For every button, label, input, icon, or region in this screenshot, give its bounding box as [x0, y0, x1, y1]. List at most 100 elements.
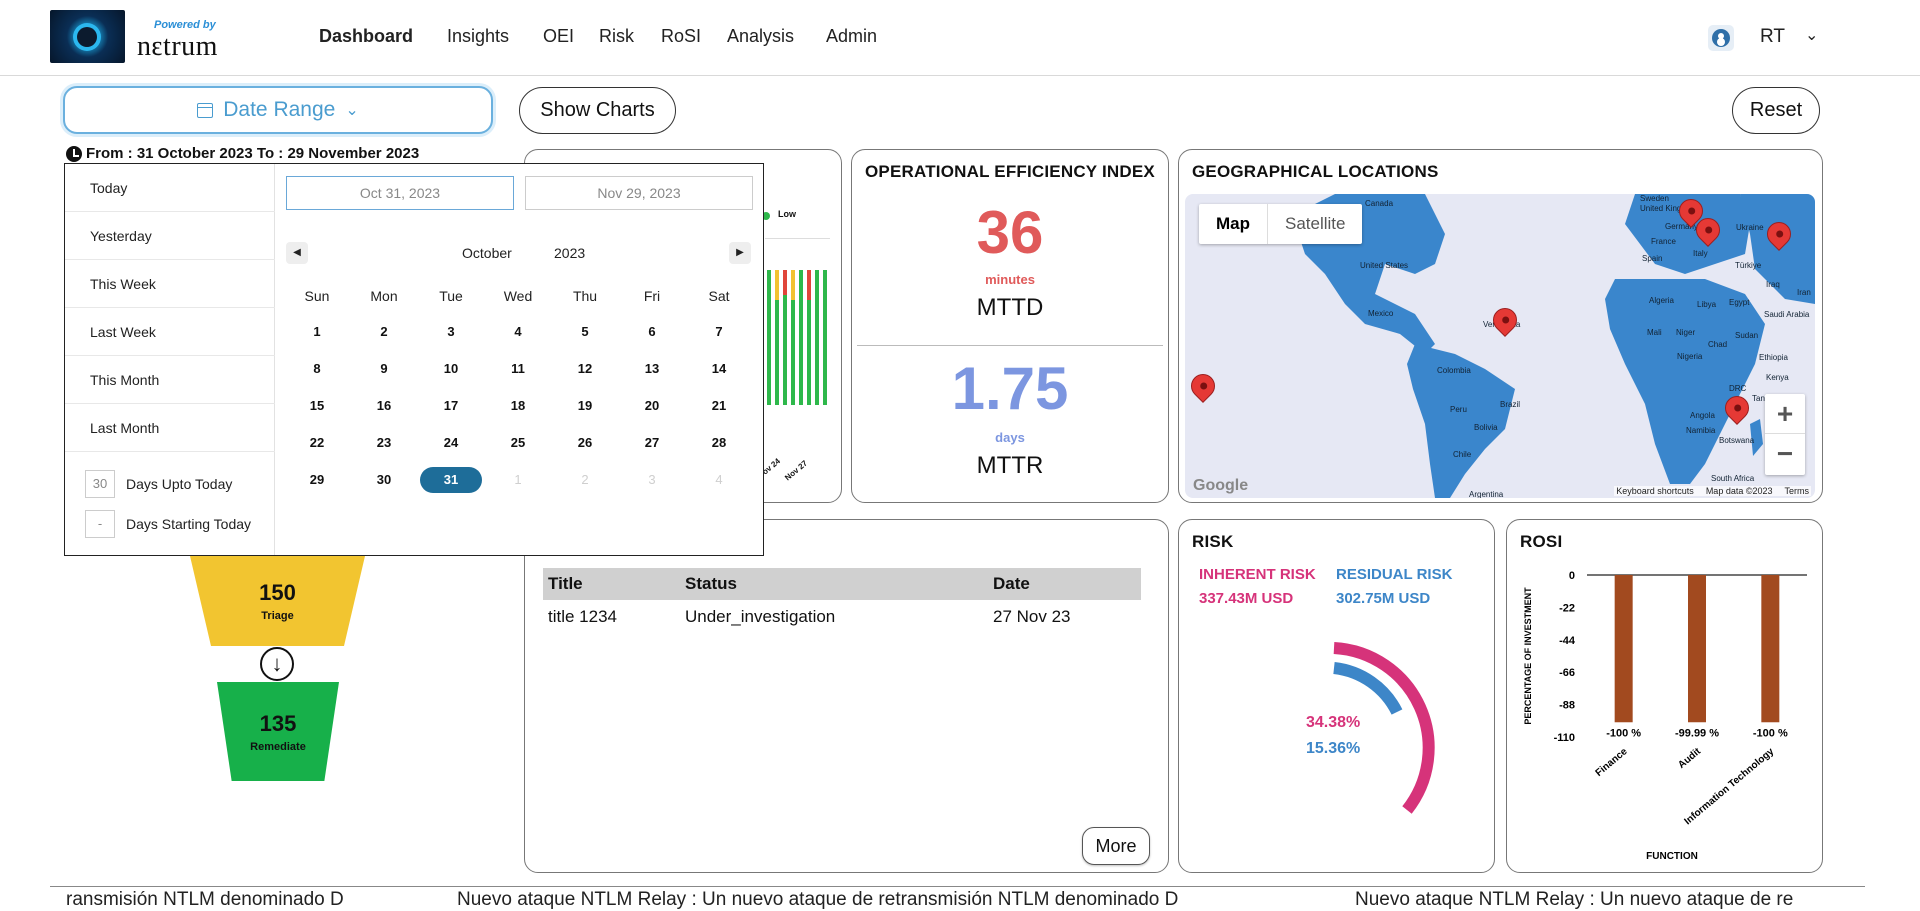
- chart-gridline: [765, 238, 830, 239]
- column-header-status[interactable]: Status: [680, 568, 988, 600]
- weekday-header: Mon: [370, 288, 398, 304]
- table-row[interactable]: title 1234 Under_investigation 27 Nov 23: [543, 600, 1141, 634]
- risk-card: RISK INHERENT RISK 337.43M USD RESIDUAL …: [1178, 519, 1495, 873]
- map-type-control: Map Satellite: [1199, 204, 1363, 244]
- chevron-down-icon[interactable]: ⌄: [1805, 25, 1818, 45]
- ticker-item[interactable]: Nuevo ataque NTLM Relay : Un nuevo ataqu…: [1355, 889, 1793, 911]
- next-month-button[interactable]: ▶: [729, 242, 751, 264]
- preset-yesterday[interactable]: Yesterday: [65, 212, 275, 260]
- calendar-day[interactable]: 23: [351, 430, 417, 456]
- reset-button[interactable]: Reset: [1732, 87, 1820, 134]
- calendar-day[interactable]: 12: [552, 356, 618, 382]
- y-tick-label: 0: [1569, 570, 1575, 582]
- calendar-day[interactable]: 18: [485, 393, 551, 419]
- column-header-date[interactable]: Date: [988, 568, 1141, 600]
- more-button[interactable]: More: [1082, 827, 1150, 865]
- calendar-day[interactable]: 1: [284, 319, 350, 345]
- calendar-day[interactable]: 16: [351, 393, 417, 419]
- country-label: DRC: [1729, 384, 1747, 393]
- google-logo: Google: [1193, 477, 1249, 494]
- nav-risk[interactable]: Risk: [599, 26, 634, 47]
- calendar-day[interactable]: 31: [418, 467, 484, 493]
- bar-segment: [815, 270, 819, 405]
- y-tick-label: -44: [1559, 635, 1576, 647]
- user-avatar-icon[interactable]: [1708, 25, 1734, 51]
- calendar-day[interactable]: 6: [619, 319, 685, 345]
- calendar-day[interactable]: 9: [351, 356, 417, 382]
- country-label: Iraq: [1766, 280, 1780, 289]
- calendar-day[interactable]: 22: [284, 430, 350, 456]
- bar-segment: [807, 270, 811, 300]
- geo-card: GEOGRAPHICAL LOCATIONS Canada United Sta…: [1178, 149, 1823, 503]
- calendar-day[interactable]: 24: [418, 430, 484, 456]
- terms-link[interactable]: Terms: [1785, 486, 1810, 496]
- days-starting-input[interactable]: -: [85, 510, 115, 538]
- user-initials[interactable]: RT: [1760, 26, 1785, 48]
- satellite-tab[interactable]: Satellite: [1267, 204, 1362, 244]
- nav-admin[interactable]: Admin: [826, 26, 877, 47]
- bar-value-label: -100 %: [1753, 727, 1788, 739]
- world-map[interactable]: Canada United States Mexico Venezuela Co…: [1185, 194, 1815, 498]
- ticker-item[interactable]: Nuevo ataque NTLM Relay : Un nuevo ataqu…: [457, 889, 1178, 911]
- keyboard-shortcuts-link[interactable]: Keyboard shortcuts: [1616, 486, 1694, 496]
- country-label: Argentina: [1469, 490, 1504, 498]
- calendar-day[interactable]: 5: [552, 319, 618, 345]
- preset-today[interactable]: Today: [65, 164, 275, 212]
- preset-this-week[interactable]: This Week: [65, 260, 275, 308]
- date-range-button[interactable]: Date Range ⌄: [63, 86, 493, 134]
- calendar-day[interactable]: 30: [351, 467, 417, 493]
- calendar-day[interactable]: 29: [284, 467, 350, 493]
- prev-month-button[interactable]: ◀: [286, 242, 308, 264]
- residual-risk-label: RESIDUAL RISK: [1336, 566, 1453, 583]
- preset-this-month[interactable]: This Month: [65, 356, 275, 404]
- start-date-input[interactable]: Oct 31, 2023: [286, 176, 514, 210]
- calendar-day[interactable]: 20: [619, 393, 685, 419]
- calendar-icon: [197, 102, 214, 118]
- calendar-day[interactable]: 13: [619, 356, 685, 382]
- calendar-day[interactable]: 2: [351, 319, 417, 345]
- calendar-day: 4: [715, 472, 723, 487]
- end-date-input[interactable]: Nov 29, 2023: [525, 176, 753, 210]
- year-select[interactable]: 2023: [554, 245, 585, 261]
- zoom-out-button[interactable]: −: [1765, 434, 1805, 474]
- nav-insights[interactable]: Insights: [447, 26, 509, 47]
- bar-segment: [823, 270, 827, 405]
- calendar-day[interactable]: 11: [485, 356, 551, 382]
- map-tab[interactable]: Map: [1199, 204, 1267, 244]
- calendar-day[interactable]: 7: [686, 319, 752, 345]
- calendar-day: 3: [648, 472, 656, 487]
- zoom-in-button[interactable]: +: [1765, 394, 1805, 434]
- show-charts-button[interactable]: Show Charts: [519, 87, 676, 134]
- calendar-day[interactable]: 17: [418, 393, 484, 419]
- month-select[interactable]: October: [462, 245, 512, 261]
- calendar-day[interactable]: 3: [418, 319, 484, 345]
- table-header-row: Title Status Date: [543, 568, 1141, 600]
- calendar-day[interactable]: 21: [686, 393, 752, 419]
- calendar-day[interactable]: 25: [485, 430, 551, 456]
- calendar-day[interactable]: 8: [284, 356, 350, 382]
- nav-analysis[interactable]: Analysis: [727, 26, 794, 47]
- bar-segment: [783, 270, 787, 295]
- calendar-day[interactable]: 14: [686, 356, 752, 382]
- funnel-remediate[interactable]: 135 Remediate: [217, 682, 339, 781]
- preset-last-month[interactable]: Last Month: [65, 404, 275, 452]
- calendar-day[interactable]: 28: [686, 430, 752, 456]
- calendar-day[interactable]: 27: [619, 430, 685, 456]
- calendar-day[interactable]: 26: [552, 430, 618, 456]
- calendar-day[interactable]: 19: [552, 393, 618, 419]
- nav-rosi[interactable]: RoSI: [661, 26, 701, 47]
- funnel-triage[interactable]: 150 Triage: [190, 556, 365, 646]
- rosi-bar: [1761, 575, 1780, 723]
- nav-dashboard[interactable]: Dashboard: [319, 26, 413, 47]
- column-header-title[interactable]: Title: [543, 568, 680, 600]
- country-label: Saudi Arabia: [1764, 310, 1810, 319]
- nav-oei[interactable]: OEI: [543, 26, 574, 47]
- calendar-day[interactable]: 15: [284, 393, 350, 419]
- calendar-day[interactable]: 4: [485, 319, 551, 345]
- y-axis-title: PERCENTAGE OF INVESTMENT: [1523, 587, 1533, 725]
- days-starting-today-row: - Days Starting Today: [85, 510, 251, 538]
- days-upto-input[interactable]: 30: [85, 470, 115, 498]
- calendar-day[interactable]: 10: [418, 356, 484, 382]
- preset-last-week[interactable]: Last Week: [65, 308, 275, 356]
- ticker-item[interactable]: ransmisión NTLM denominado D: [66, 889, 344, 911]
